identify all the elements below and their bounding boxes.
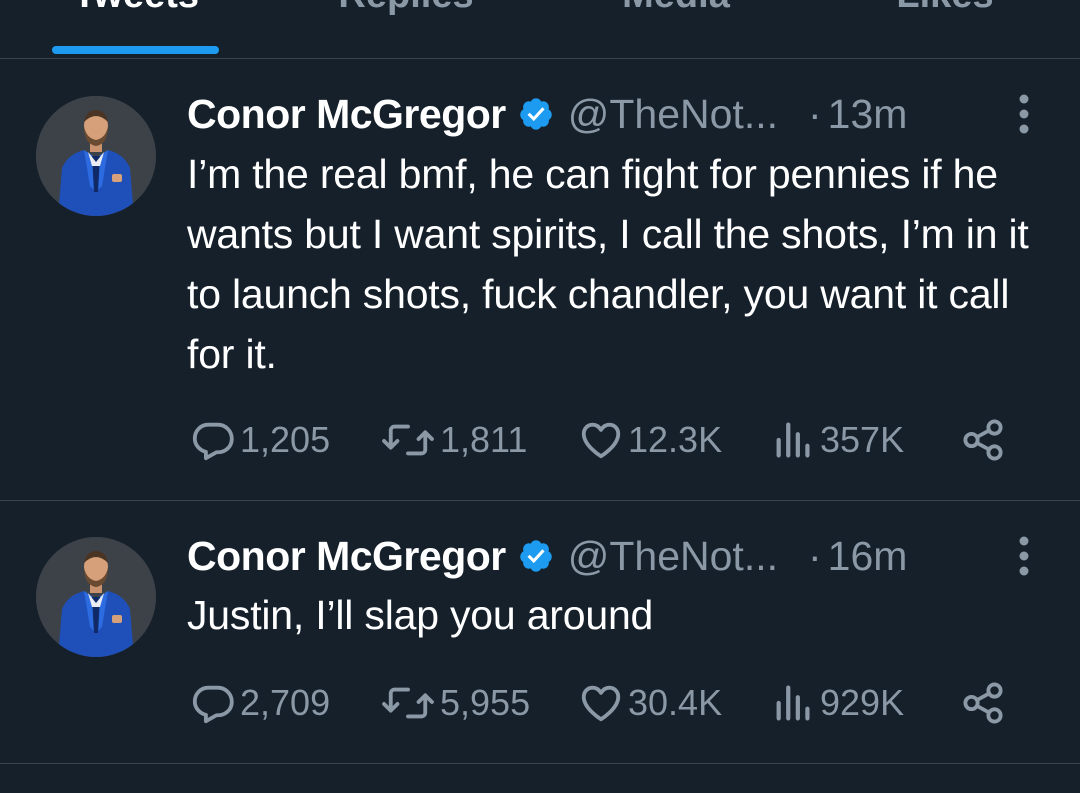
profile-tabs: Tweets Replies Media Likes bbox=[0, 0, 1080, 59]
reply-button[interactable]: 2,709 bbox=[190, 678, 330, 728]
avatar[interactable] bbox=[36, 96, 156, 216]
avatar-image bbox=[36, 96, 156, 216]
tweet-time[interactable]: 16m bbox=[828, 533, 908, 580]
avatar-image bbox=[36, 537, 156, 657]
tweet-header: Conor McGregor @TheNot... · 16m bbox=[187, 531, 1034, 581]
reply-icon bbox=[192, 422, 234, 461]
tab-media[interactable]: Media bbox=[622, 0, 730, 17]
author-handle[interactable]: @TheNot... bbox=[568, 91, 778, 138]
like-button[interactable]: 30.4K bbox=[578, 678, 722, 728]
tab-likes[interactable]: Likes bbox=[896, 0, 993, 17]
like-button[interactable]: 12.3K bbox=[578, 415, 722, 465]
active-tab-indicator bbox=[52, 46, 219, 54]
reply-button[interactable]: 1,205 bbox=[190, 415, 330, 465]
tweet-text: I’m the real bmf, he can fight for penni… bbox=[187, 151, 1029, 377]
view-count: 929K bbox=[820, 682, 905, 723]
tweet-actions: 1,205 1,811 12.3K 357K bbox=[190, 415, 1020, 465]
like-count: 12.3K bbox=[628, 419, 723, 460]
tweet-header: Conor McGregor @TheNot... · 13m bbox=[187, 89, 1034, 139]
views-button[interactable]: 357K bbox=[772, 415, 904, 465]
retweet-icon bbox=[382, 687, 434, 719]
views-icon bbox=[776, 422, 810, 458]
separator-dot: · bbox=[808, 532, 822, 579]
like-count: 30.4K bbox=[628, 682, 723, 723]
share-button[interactable] bbox=[960, 678, 1006, 728]
heart-icon bbox=[581, 422, 621, 459]
author-name[interactable]: Conor McGregor bbox=[187, 533, 506, 580]
tweet-actions: 2,709 5,955 30.4K 929K bbox=[190, 678, 1020, 728]
retweet-button[interactable]: 1,811 bbox=[380, 415, 527, 465]
retweet-count: 1,811 bbox=[440, 419, 528, 460]
view-count: 357K bbox=[820, 419, 905, 460]
reply-count: 1,205 bbox=[240, 419, 331, 460]
retweet-count: 5,955 bbox=[440, 682, 531, 723]
separator-dot: · bbox=[808, 90, 822, 137]
author-name[interactable]: Conor McGregor bbox=[187, 91, 506, 138]
share-icon bbox=[963, 419, 1003, 461]
tab-replies[interactable]: Replies bbox=[338, 0, 473, 17]
views-button[interactable]: 929K bbox=[772, 678, 904, 728]
tab-tweets[interactable]: Tweets bbox=[73, 0, 199, 17]
retweet-icon bbox=[382, 424, 434, 456]
verified-badge-icon bbox=[519, 540, 552, 572]
tweet[interactable]: Conor McGregor @TheNot... · 16m Justin, … bbox=[0, 501, 1080, 764]
more-options-icon[interactable] bbox=[1014, 93, 1034, 135]
tweet-time[interactable]: 13m bbox=[828, 91, 908, 138]
tweet-text: Justin, I’ll slap you around bbox=[187, 592, 654, 638]
views-icon bbox=[776, 685, 810, 721]
share-button[interactable] bbox=[960, 415, 1006, 465]
verified-badge-icon bbox=[519, 98, 552, 130]
reply-count: 2,709 bbox=[240, 682, 331, 723]
heart-icon bbox=[581, 685, 621, 722]
author-handle[interactable]: @TheNot... bbox=[568, 533, 778, 580]
share-icon bbox=[963, 682, 1003, 724]
tweet[interactable]: Conor McGregor @TheNot... · 13m I’m the … bbox=[0, 59, 1080, 501]
reply-icon bbox=[192, 685, 234, 724]
more-options-icon[interactable] bbox=[1014, 535, 1034, 577]
retweet-button[interactable]: 5,955 bbox=[380, 678, 530, 728]
avatar[interactable] bbox=[36, 537, 156, 657]
